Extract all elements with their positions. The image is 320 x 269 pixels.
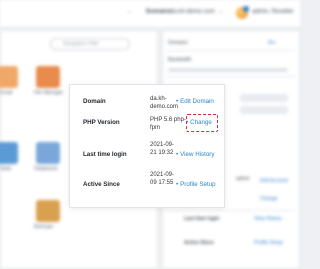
view-history-label: View History [180, 151, 215, 158]
search-input[interactable]: Navigation Filter [50, 38, 130, 50]
search-placeholder: Navigation Filter [63, 41, 100, 47]
placeholder-block [240, 106, 288, 114]
profile-setup-label: Profile Setup [180, 181, 216, 188]
profile-setup-link[interactable]: • Profile Setup [176, 181, 216, 189]
app-caption: Email [0, 90, 13, 96]
app-tile[interactable] [36, 200, 60, 222]
usage-bar [168, 68, 288, 72]
notification-badge [243, 6, 249, 12]
app-tile[interactable] [36, 142, 60, 164]
chevron-down-icon: ⌄ [218, 9, 224, 15]
bullet-icon: • [176, 98, 179, 105]
stat-link[interactable]: Change [260, 196, 278, 202]
app-caption: Databases [34, 166, 58, 172]
stat-value: admin [236, 176, 250, 182]
last-login-value: 2021-09-21 19:32 [150, 142, 175, 156]
placeholder-block [240, 94, 288, 102]
domain-label: Domain [83, 98, 106, 105]
edit-domain-label: Edit Domain [180, 98, 214, 105]
stat-link[interactable]: Edit Account [260, 178, 288, 184]
app-tile[interactable] [36, 66, 60, 88]
stat-label: Last time login [184, 216, 220, 222]
domains-label: Domains [146, 9, 172, 15]
app-caption: Backups [34, 224, 54, 230]
stat-label: Domains [168, 40, 188, 46]
divider [166, 50, 296, 51]
divider [166, 76, 296, 77]
user-menu[interactable]: admin, Reseller [252, 9, 294, 15]
stat-link[interactable]: View History [254, 216, 282, 222]
change-button-highlight [186, 114, 218, 132]
active-since-label: Active Since [83, 181, 120, 188]
top-bar: ⌄ Domains da.kh-demo.com ⌄ admin, Resell… [0, 0, 300, 28]
bullet-icon: • [176, 151, 179, 158]
bullet-icon: • [176, 181, 179, 188]
app-caption: Stats [0, 166, 12, 172]
app-tile[interactable] [0, 66, 18, 88]
divider [166, 210, 296, 211]
stat-link[interactable]: Profile Setup [254, 240, 283, 246]
account-info-popover: Domain da.kh-demo.com • Edit Domain PHP V… [69, 84, 225, 208]
php-version-label: PHP Version [83, 119, 120, 126]
stat-label: Bandwidth [168, 57, 192, 63]
domain-select[interactable]: da.kh-demo.com [170, 9, 215, 15]
edit-domain-link[interactable]: • Edit Domain [176, 98, 214, 106]
view-history-link[interactable]: • View History [176, 151, 214, 159]
app-tile[interactable] [0, 142, 18, 164]
app-caption: File Manager [34, 90, 64, 96]
last-login-label: Last time login [83, 151, 127, 158]
stat-label: Active Since [184, 240, 214, 246]
chevron-down-icon: ⌄ [127, 9, 133, 15]
php-version-value: PHP 5.6 php-fpm [150, 117, 186, 131]
stat-value: 0/∞ [268, 40, 276, 46]
active-since-value: 2021-09-09 17:55 [150, 172, 175, 186]
